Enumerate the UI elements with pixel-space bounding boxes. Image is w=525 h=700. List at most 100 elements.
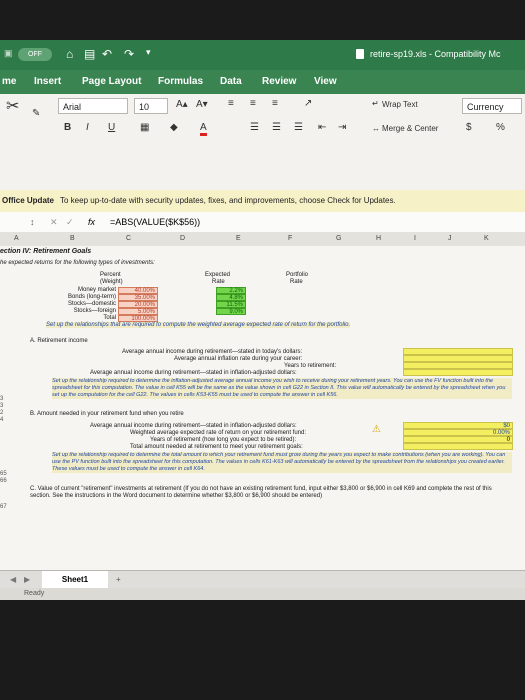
column-header-i[interactable]: I xyxy=(414,232,416,246)
column-header-k[interactable]: K xyxy=(484,232,489,246)
font-name-select[interactable]: Arial xyxy=(58,98,128,114)
add-sheet-icon[interactable]: + xyxy=(116,571,121,589)
format-painter-icon[interactable]: ✎ xyxy=(32,108,40,119)
confirm-icon[interactable]: ✓ xyxy=(66,212,74,232)
column-header-g[interactable]: G xyxy=(336,232,341,246)
formula-input[interactable]: =ABS(VALUE($K$56)) xyxy=(110,212,200,232)
grow-font-button[interactable]: A▴ xyxy=(176,99,188,110)
save-icon[interactable]: ▣ xyxy=(4,48,13,59)
column-header-h[interactable]: H xyxy=(376,232,381,246)
percent-format-button[interactable]: % xyxy=(496,122,505,133)
total-needed-cell[interactable] xyxy=(403,443,513,450)
name-box-stepper-icon[interactable]: ↕ xyxy=(30,212,35,232)
weight-cell[interactable]: 20.00% xyxy=(118,301,158,308)
accounting-format-button[interactable]: $ xyxy=(466,122,472,133)
title-bar: ▣ OFF ⌂ ▤ ↶ ↷ ▾ retire-sp19.xls - Compat… xyxy=(0,40,525,70)
header-rate: Rate xyxy=(212,279,225,285)
total-weight-cell[interactable]: 100.00% xyxy=(118,315,158,322)
tab-home[interactable]: me xyxy=(2,76,16,87)
column-header-a[interactable]: A xyxy=(14,232,19,246)
worksheet-grid[interactable]: ection IV: Retirement Goals he expected … xyxy=(0,246,525,570)
row-number[interactable]: 65 xyxy=(0,471,10,477)
font-color-icon[interactable]: A xyxy=(200,122,207,136)
row-number[interactable]: 3 xyxy=(0,396,10,402)
column-header-d[interactable]: D xyxy=(180,232,185,246)
align-middle-icon[interactable]: ≡ xyxy=(250,98,256,109)
investment-name: Bonds (long-term) xyxy=(67,294,116,300)
folder-icon[interactable]: ▤ xyxy=(84,47,95,61)
row-number[interactable]: 4 xyxy=(0,417,10,423)
align-left-icon[interactable]: ☰ xyxy=(250,122,259,133)
bold-button[interactable]: B xyxy=(64,122,71,133)
column-header-b[interactable]: B xyxy=(70,232,75,246)
weighted-return-cell[interactable]: 0.00% xyxy=(403,429,513,436)
undo-icon[interactable]: ↶ xyxy=(102,47,112,61)
tab-formulas[interactable]: Formulas xyxy=(158,76,203,87)
investment-name: Stocks—foreign xyxy=(73,308,116,314)
part-a-line2: Average annual inflation rate during you… xyxy=(174,356,303,362)
income-adjusted-b-cell[interactable]: $0 xyxy=(403,422,513,429)
column-header-f[interactable]: F xyxy=(288,232,292,246)
align-center-icon[interactable]: ☰ xyxy=(272,122,281,133)
ribbon-tabs: me Insert Page Layout Formulas Data Revi… xyxy=(0,70,525,94)
column-header-j[interactable]: J xyxy=(448,232,452,246)
tab-page-layout[interactable]: Page Layout xyxy=(82,76,141,87)
increase-indent-icon[interactable]: ⇥ xyxy=(338,122,346,133)
row-number[interactable]: 2 xyxy=(0,410,10,416)
home-icon[interactable]: ⌂ xyxy=(66,47,73,61)
tab-data[interactable]: Data xyxy=(220,76,242,87)
prev-sheet-icon[interactable]: ◀ xyxy=(10,571,16,589)
inflation-rate-input[interactable] xyxy=(403,355,513,362)
tab-insert[interactable]: Insert xyxy=(34,76,61,87)
italic-button[interactable]: I xyxy=(86,122,89,133)
income-adjusted-cell[interactable] xyxy=(403,369,513,376)
weight-cell[interactable]: 35.00% xyxy=(118,294,158,301)
number-format-select[interactable]: Currency xyxy=(462,98,522,114)
align-bottom-icon[interactable]: ≡ xyxy=(272,98,278,109)
rate-cell[interactable]: 11.5% xyxy=(216,301,246,308)
years-to-retirement-input[interactable] xyxy=(403,362,513,369)
sheet-tab-bar: ◀ ▶ Sheet1 + xyxy=(0,570,525,589)
next-sheet-icon[interactable]: ▶ xyxy=(24,571,30,589)
message-text: To keep up-to-date with security updates… xyxy=(60,196,396,205)
rate-cell[interactable]: 4.8% xyxy=(216,294,246,301)
income-today-input[interactable] xyxy=(403,348,513,355)
rate-cell[interactable]: 2.2% xyxy=(216,287,246,294)
wrap-text-button[interactable]: Wrap Text xyxy=(382,100,418,109)
rate-cell[interactable]: 9.0% xyxy=(216,308,246,315)
decrease-indent-icon[interactable]: ⇤ xyxy=(318,122,326,133)
orientation-icon[interactable]: ↗ xyxy=(304,98,312,109)
warning-icon[interactable]: ⚠ xyxy=(372,424,381,435)
cancel-icon[interactable]: ✕ xyxy=(50,212,58,232)
row-number[interactable]: 67 xyxy=(0,504,10,510)
borders-icon[interactable]: ▦ xyxy=(140,122,149,133)
weight-cell[interactable]: 5.00% xyxy=(118,308,158,315)
insert-function-button[interactable]: fx xyxy=(88,212,95,232)
customize-icon[interactable]: ▾ xyxy=(146,47,151,58)
row-number[interactable]: 66 xyxy=(0,478,10,484)
underline-button[interactable]: U xyxy=(108,122,115,133)
cut-icon[interactable]: ✂ xyxy=(6,96,19,116)
status-text: Ready xyxy=(24,590,45,597)
column-header-c[interactable]: C xyxy=(126,232,131,246)
align-top-icon[interactable]: ≡ xyxy=(228,98,234,109)
tab-review[interactable]: Review xyxy=(262,76,296,87)
merge-center-button[interactable]: Merge & Center xyxy=(382,124,438,133)
redo-icon[interactable]: ↷ xyxy=(124,47,134,61)
header-weight: (Weight) xyxy=(100,279,123,285)
sheet-tab-sheet1[interactable]: Sheet1 xyxy=(42,571,108,589)
tab-view[interactable]: View xyxy=(314,76,337,87)
investment-name: Money market xyxy=(77,287,116,293)
font-size-select[interactable]: 10 xyxy=(134,98,168,114)
part-b-note: Set up the relationship required to dete… xyxy=(52,452,512,473)
fill-color-icon[interactable]: ◆ xyxy=(170,122,178,133)
years-of-retirement-input[interactable]: 0 xyxy=(403,436,513,443)
align-right-icon[interactable]: ☰ xyxy=(294,122,303,133)
weight-cell[interactable]: 40.00% xyxy=(118,287,158,294)
row-number[interactable]: 3 xyxy=(0,403,10,409)
shrink-font-button[interactable]: A▾ xyxy=(196,99,208,110)
wrap-text-icon[interactable]: ↵ xyxy=(372,99,379,108)
column-header-e[interactable]: E xyxy=(236,232,241,246)
merge-center-icon[interactable]: ↔ xyxy=(372,124,380,133)
autosave-toggle[interactable]: OFF xyxy=(18,48,52,61)
